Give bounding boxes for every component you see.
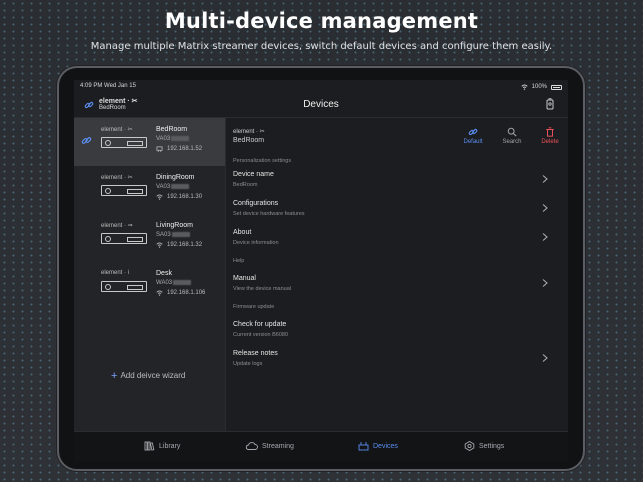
battery-percent: 100%: [531, 84, 547, 90]
plus-icon: +: [111, 369, 118, 382]
wifi-icon: [156, 242, 163, 248]
add-wizard-label: Add deivce wizard: [120, 371, 186, 380]
device-serial: SA03: [156, 232, 190, 238]
detail-room: BedRoom: [233, 137, 265, 144]
device-list: element · ✂ BedRoom VA03 192.168.1.52 el…: [74, 118, 226, 431]
cloud-icon: [245, 442, 258, 450]
page-title: Devices: [303, 99, 339, 110]
chevron-right-icon: [542, 233, 548, 241]
status-bar: 4:09 PM Wed Jan 15 100%: [74, 80, 568, 94]
gear-icon: [464, 441, 475, 451]
device-name: BedRoom: [156, 126, 188, 133]
library-icon: [144, 441, 155, 451]
device-detail: element · ✂ BedRoom Default Search Delet…: [226, 118, 568, 431]
row-check-update[interactable]: Check for update Current version B6080: [226, 317, 568, 345]
chevron-right-icon: [542, 354, 548, 362]
row-configurations[interactable]: Configurations Set device hardware featu…: [226, 196, 568, 224]
row-release-notes[interactable]: Release notes Update logs: [226, 346, 568, 374]
section-personalization: Personalization settings: [233, 158, 292, 164]
chevron-right-icon: [542, 279, 548, 287]
device-image: [101, 233, 147, 244]
device-ip: 192.168.1.52: [156, 146, 202, 152]
add-device-wizard-button[interactable]: + Add deivce wizard: [111, 369, 186, 382]
device-brand: element · ✂: [101, 127, 133, 133]
device-serial: VA03: [156, 136, 190, 142]
ethernet-icon: [156, 146, 163, 152]
delete-button[interactable]: Delete: [535, 127, 565, 145]
tab-library[interactable]: Library: [144, 441, 180, 451]
device-item[interactable]: element · i Desk WA03 192.168.1.106: [74, 262, 225, 310]
remote-icon[interactable]: [546, 98, 554, 110]
device-image: [101, 137, 147, 148]
device-brand: element · ⇒: [101, 223, 133, 229]
status-time: 4:09 PM Wed Jan 15: [80, 83, 136, 89]
search-icon: [507, 127, 517, 137]
wifi-icon: [521, 84, 528, 90]
device-name: Desk: [156, 270, 172, 277]
device-ip: 192.168.1.32: [156, 242, 202, 248]
default-button[interactable]: Default: [458, 127, 488, 145]
devices-icon: [358, 442, 369, 451]
device-serial: WA03: [156, 280, 192, 286]
device-brand: element · i: [101, 270, 130, 276]
detail-header: element · ✂ BedRoom Default Search Delet…: [226, 118, 568, 152]
wifi-icon: [156, 194, 163, 200]
device-ip: 192.168.1.106: [156, 290, 205, 296]
device-image: [101, 185, 147, 196]
nav-bar: element · ✂ BedRoom Devices: [74, 94, 568, 118]
trash-icon: [546, 127, 554, 137]
device-item[interactable]: element · ✂ DiningRoom VA03 192.168.1.30: [74, 166, 225, 214]
device-item[interactable]: element · ✂ BedRoom VA03 192.168.1.52: [74, 118, 225, 166]
row-manual[interactable]: Manual View the device manual: [226, 271, 568, 299]
row-device-name[interactable]: Device name BedRoom: [226, 167, 568, 195]
tab-settings[interactable]: Settings: [464, 441, 504, 451]
app-screen: 4:09 PM Wed Jan 15 100% element · ✂ BedR…: [74, 80, 568, 461]
tab-devices[interactable]: Devices: [358, 441, 398, 451]
link-icon: [468, 128, 478, 136]
device-item[interactable]: element · ⇒ LivingRoom SA03 192.168.1.32: [74, 214, 225, 262]
section-help: Help: [233, 258, 245, 264]
detail-brand: element · ✂: [233, 129, 265, 135]
section-firmware: Firmware update: [233, 304, 275, 310]
tablet-frame: 4:09 PM Wed Jan 15 100% element · ✂ BedR…: [57, 66, 585, 471]
link-icon: [81, 137, 92, 144]
tab-streaming[interactable]: Streaming: [245, 441, 294, 451]
device-serial: VA03: [156, 184, 190, 190]
banner-subtitle: Manage multiple Matrix streamer devices,…: [90, 41, 553, 52]
row-about[interactable]: About Device information: [226, 225, 568, 253]
wifi-icon: [156, 290, 163, 296]
chevron-right-icon: [542, 204, 548, 212]
tab-bar: Library Streaming Devices Settings: [74, 431, 568, 461]
device-name: LivingRoom: [156, 222, 193, 229]
device-brand: element · ✂: [101, 175, 133, 181]
device-image: [101, 281, 147, 292]
banner-title: Multi-device management: [164, 9, 479, 33]
battery-icon: [551, 84, 562, 90]
device-ip: 192.168.1.30: [156, 194, 202, 200]
chevron-right-icon: [542, 175, 548, 183]
search-button[interactable]: Search: [497, 127, 527, 145]
device-name: DiningRoom: [156, 174, 195, 181]
